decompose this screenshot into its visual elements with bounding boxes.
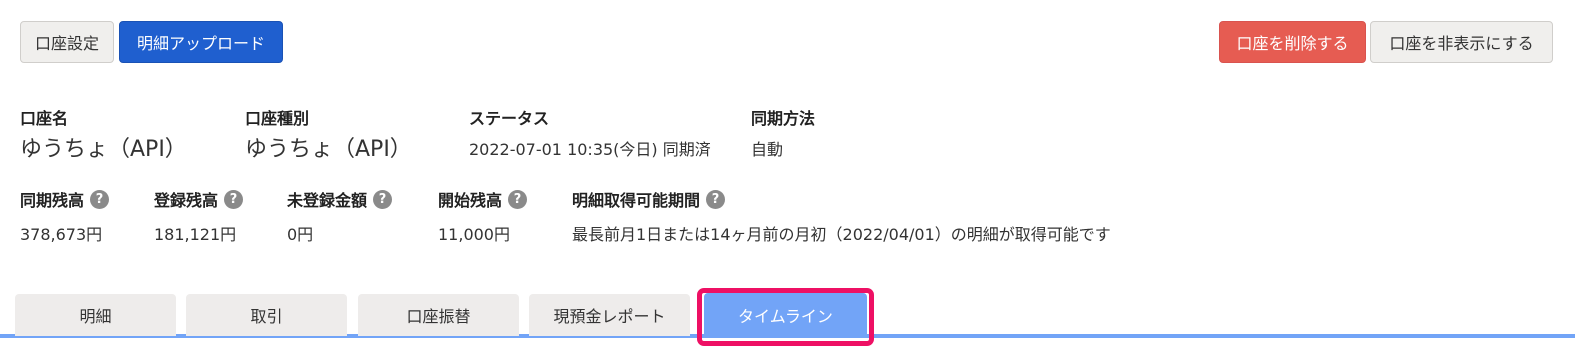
tab-cash-deposit-report[interactable]: 現預金レポート: [529, 294, 690, 336]
sync-method-value: 自動: [751, 140, 784, 159]
synced-balance-value: 378,673円: [20, 225, 103, 244]
statement-period-value: 最長前月1日または14ヶ月前の月初（2022/04/01）の明細が取得可能です: [572, 225, 1111, 244]
status-value: 2022-07-01 10:35(今日) 同期済: [469, 140, 711, 159]
delete-account-button[interactable]: 口座を削除する: [1219, 21, 1366, 63]
account-settings-button[interactable]: 口座設定: [20, 21, 114, 63]
tab-transactions[interactable]: 取引: [186, 294, 347, 336]
opening-balance-value: 11,000円: [438, 225, 510, 244]
registered-balance-value: 181,121円: [154, 225, 237, 244]
question-circle-icon[interactable]: ?: [508, 189, 528, 209]
account-name-value: ゆうちょ（API）: [20, 137, 187, 162]
statement-period-label-group: 明細取得可能期間 ?: [572, 187, 726, 211]
question-circle-icon[interactable]: ?: [90, 189, 110, 209]
tab-account-transfer[interactable]: 口座振替: [358, 294, 519, 336]
account-detail-page: 口座設定 明細アップロード 口座を削除する 口座を非表示にする 口座名 ゆうちょ…: [0, 0, 1575, 359]
status-label: ステータス: [469, 109, 550, 128]
synced-balance-label: 同期残高: [20, 191, 85, 210]
statement-period-label: 明細取得可能期間: [572, 191, 701, 210]
registered-balance-label: 登録残高: [154, 191, 219, 210]
unregistered-amount-value: 0円: [287, 225, 314, 244]
unregistered-amount-label-group: 未登録金額 ?: [287, 187, 393, 211]
tab-statements[interactable]: 明細: [15, 294, 176, 336]
sync-method-label: 同期方法: [751, 109, 816, 128]
opening-balance-label: 開始残高: [438, 191, 503, 210]
account-type-label: 口座種別: [245, 109, 310, 128]
account-name-label: 口座名: [20, 109, 69, 128]
question-circle-icon[interactable]: ?: [706, 189, 726, 209]
account-type-value: ゆうちょ（API）: [245, 137, 412, 162]
opening-balance-label-group: 開始残高 ?: [438, 187, 528, 211]
registered-balance-label-group: 登録残高 ?: [154, 187, 244, 211]
question-circle-icon[interactable]: ?: [373, 189, 393, 209]
tab-timeline[interactable]: タイムライン: [704, 293, 867, 337]
question-circle-icon[interactable]: ?: [224, 189, 244, 209]
hide-account-button[interactable]: 口座を非表示にする: [1370, 21, 1553, 63]
unregistered-amount-label: 未登録金額: [287, 191, 368, 210]
synced-balance-label-group: 同期残高 ?: [20, 187, 110, 211]
upload-statement-button[interactable]: 明細アップロード: [119, 21, 283, 63]
